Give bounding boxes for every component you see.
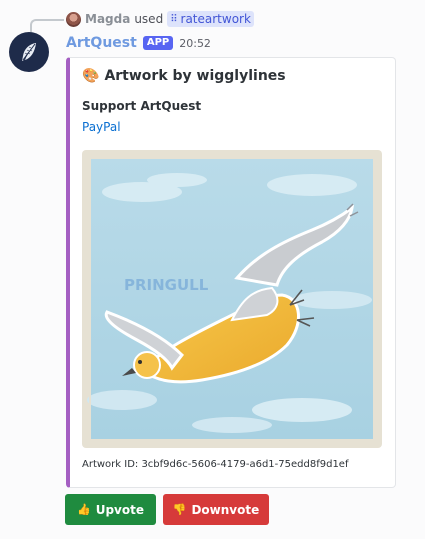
reply-reference[interactable]: Magda used ⠿ rateartwork (66, 10, 254, 28)
paypal-link[interactable]: PayPal (82, 120, 121, 134)
artwork-id-footer: Artwork ID: 3cbf9d6c-5606-4179-a6d1-75ed… (82, 459, 349, 470)
reply-username[interactable]: Magda (85, 12, 130, 26)
artwork-watermark: PRINGULL (124, 276, 209, 294)
thumbs-down-icon: 👎 (172, 503, 187, 516)
upvote-button[interactable]: 👍 Upvote (65, 494, 156, 525)
thumbs-up-icon: 👍 (77, 503, 91, 516)
command-mention[interactable]: ⠿ rateartwork (167, 11, 254, 27)
upvote-label: Upvote (95, 502, 144, 517)
author-name[interactable]: ArtQuest (66, 35, 137, 51)
message-timestamp[interactable]: 20:52 (179, 37, 211, 50)
embed-field-name: Support ArtQuest (82, 99, 202, 113)
downvote-label: Downvote (191, 502, 260, 517)
artwork-illustration: PRINGULL (87, 157, 375, 441)
palette-icon: 🎨 (82, 68, 100, 84)
message-header: ArtQuest APP 20:52 (66, 34, 211, 52)
reply-connector (30, 19, 64, 33)
reply-user-avatar[interactable] (66, 11, 81, 27)
slash-command-icon: ⠿ (170, 13, 178, 25)
embed-title: 🎨 Artwork by wigglylines (82, 68, 286, 84)
artwork-embed: 🎨 Artwork by wigglylines Support ArtQues… (66, 57, 396, 488)
reply-used-text: used (134, 12, 164, 26)
command-name: rateartwork (180, 12, 251, 26)
artwork-image[interactable]: PRINGULL (82, 150, 382, 448)
bot-avatar[interactable] (9, 32, 49, 72)
downvote-button[interactable]: 👎 Downvote (163, 494, 269, 525)
app-badge: APP (142, 36, 174, 50)
feather-icon (22, 43, 36, 61)
embed-title-text: Artwork by wigglylines (104, 68, 286, 84)
